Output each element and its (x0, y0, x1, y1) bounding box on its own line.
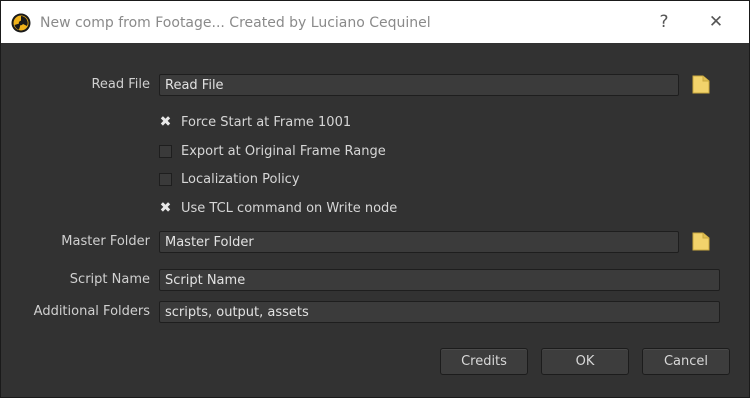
force-start-label: Force Start at Frame 1001 (181, 114, 352, 130)
localization-policy-label: Localization Policy (181, 171, 300, 187)
read-file-label: Read File (91, 77, 150, 92)
option-export-original-range[interactable]: Export at Original Frame Range (159, 141, 386, 161)
use-tcl-label: Use TCL command on Write node (181, 200, 398, 216)
help-button[interactable]: ? (641, 1, 687, 43)
master-folder-folder-icon[interactable] (692, 231, 710, 251)
additional-folders-label: Additional Folders (33, 304, 150, 319)
title-bar: New comp from Footage... Created by Luci… (1, 1, 749, 43)
close-button[interactable]: ✕ (693, 1, 739, 43)
read-file-folder-icon[interactable] (692, 74, 710, 94)
credits-button[interactable]: Credits (440, 348, 528, 375)
option-use-tcl-command[interactable]: ✖ Use TCL command on Write node (159, 198, 398, 218)
option-localization-policy[interactable]: Localization Policy (159, 169, 300, 189)
script-name-input[interactable] (159, 269, 720, 291)
localization-policy-checkbox[interactable] (159, 172, 172, 186)
nuke-icon (11, 13, 31, 33)
option-force-start-1001[interactable]: ✖ Force Start at Frame 1001 (159, 112, 351, 132)
ok-button[interactable]: OK (541, 348, 629, 375)
window-title: New comp from Footage... Created by Luci… (40, 15, 431, 31)
script-name-label: Script Name (69, 272, 150, 287)
read-file-input[interactable] (159, 74, 679, 96)
cancel-button[interactable]: Cancel (642, 348, 730, 375)
dialog-window: New comp from Footage... Created by Luci… (0, 0, 750, 398)
force-start-checkbox[interactable]: ✖ (159, 115, 172, 129)
additional-folders-input[interactable] (159, 301, 720, 323)
master-folder-label: Master Folder (61, 234, 150, 249)
export-original-range-checkbox[interactable] (159, 144, 172, 158)
master-folder-input[interactable] (159, 231, 679, 253)
export-original-range-label: Export at Original Frame Range (181, 143, 386, 159)
use-tcl-checkbox[interactable]: ✖ (159, 201, 172, 215)
